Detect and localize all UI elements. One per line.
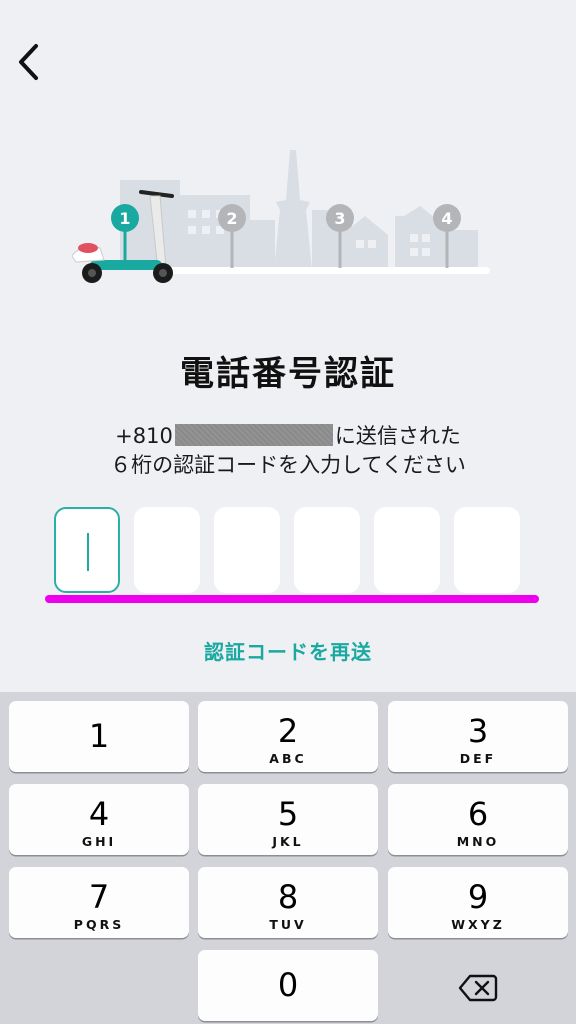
key-2[interactable]: 2 ABC [198,701,378,772]
masked-phone-number [174,424,333,446]
code-digit-4[interactable] [294,507,360,593]
highlight-underline [45,595,539,603]
page-title: 電話番号認証 [180,354,396,394]
verification-code-input [54,507,524,595]
chevron-left-icon [19,44,38,80]
key-6[interactable]: 6 MNO [388,784,568,855]
key-5[interactable]: 5 JKL [198,784,378,855]
key-4[interactable]: 4 GHI [9,784,189,855]
back-button[interactable] [8,40,48,84]
key-7[interactable]: 7 PQRS [9,867,189,938]
code-digit-3[interactable] [214,507,280,593]
progress-step-label: 4 [441,209,452,228]
instructions: +810 に送信された ６桁の認証コードを入力してください [0,422,576,480]
progress-illustration: 1 2 3 4 [71,150,490,283]
sent-to-text: に送信された [334,424,461,448]
instructions-line2: ６桁の認証コードを入力してください [110,453,466,477]
key-3[interactable]: 3 DEF [388,701,568,772]
resend-code-link[interactable]: 認証コードを再送 [0,636,576,665]
key-8[interactable]: 8 TUV [198,867,378,938]
progress-step-label: 3 [334,209,345,228]
phone-prefix: +810 [115,424,173,448]
delete-key[interactable] [388,952,568,1023]
progress-step-label: 1 [119,209,130,228]
code-digit-6[interactable] [454,507,520,593]
text-caret [87,533,89,571]
code-digit-5[interactable] [374,507,440,593]
progress-track [160,267,490,274]
key-9[interactable]: 9 WXYZ [388,867,568,938]
instructions-line1: +810 に送信された [0,422,576,451]
numeric-keypad: 1 2 ABC 3 DEF 4 GHI 5 JKL 6 MNO 7 PQRS 8… [0,692,576,1024]
code-digit-1[interactable] [54,507,120,593]
progress-step-label: 2 [226,209,237,228]
code-digit-2[interactable] [134,507,200,593]
key-0[interactable]: 0 [198,950,378,1021]
backspace-icon [458,974,498,1001]
key-1[interactable]: 1 [9,701,189,772]
